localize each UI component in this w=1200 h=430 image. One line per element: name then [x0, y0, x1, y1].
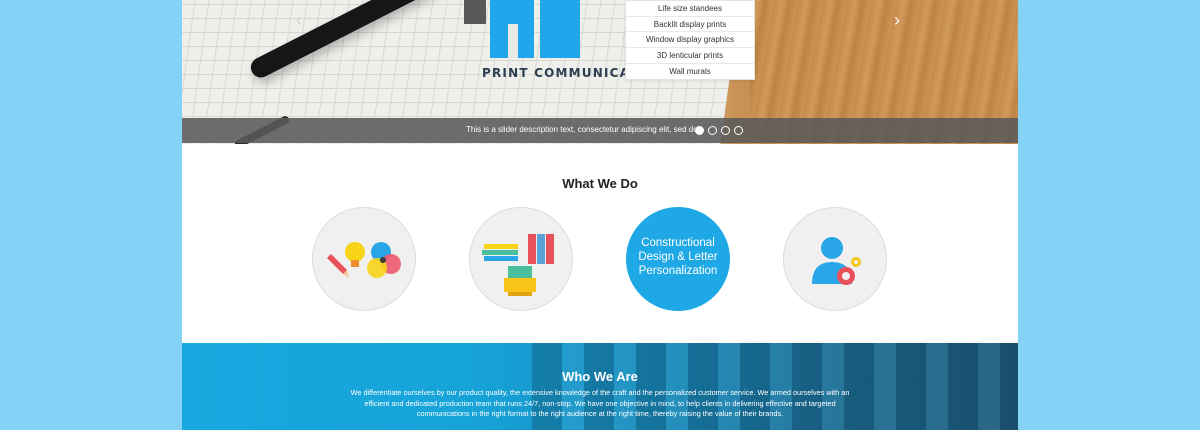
- service-print-circle[interactable]: [469, 207, 573, 311]
- service-label-line: Design & Letter: [638, 251, 718, 263]
- who-we-are-text: We differentiate ourselves by our produc…: [350, 388, 850, 418]
- slider-dot[interactable]: [734, 126, 743, 135]
- slider-caption-bar: This is a slider description text, conse…: [182, 118, 1018, 143]
- service-label: Constructional Design & Letter Personali…: [627, 236, 729, 278]
- service-constructional-circle[interactable]: Constructional Design & Letter Personali…: [626, 207, 730, 311]
- logo-mark-dark: [464, 0, 486, 24]
- hero-slider: PRINT COMMUNICATIONS PTE LTD ‹ › Life si…: [182, 0, 1018, 144]
- design-palette-icon: [327, 242, 401, 278]
- what-we-do-heading: What We Do: [562, 176, 638, 191]
- company-logo[interactable]: [464, 0, 624, 58]
- web-page: PRINT COMMUNICATIONS PTE LTD ‹ › Life si…: [182, 0, 1018, 430]
- dropdown-item[interactable]: Window display graphics: [626, 32, 754, 49]
- dropdown-item[interactable]: Wall murals: [626, 64, 754, 80]
- dropdown-item[interactable]: 3D lenticular prints: [626, 48, 754, 64]
- slider-dot[interactable]: [695, 126, 704, 135]
- services-dropdown-menu: Life size standees Backlit display print…: [625, 0, 755, 81]
- service-design-circle[interactable]: [312, 207, 416, 311]
- user-gear-icon: [812, 237, 861, 285]
- service-label-line: Personalization: [638, 265, 718, 277]
- chevron-left-icon[interactable]: ‹: [296, 10, 302, 31]
- who-we-are-heading: Who We Are: [562, 369, 638, 384]
- slider-dot[interactable]: [721, 126, 730, 135]
- slider-pagination: [695, 126, 743, 135]
- chevron-right-icon[interactable]: ›: [894, 10, 900, 31]
- service-personalization-circle[interactable]: [783, 207, 887, 311]
- service-label-line: Constructional: [641, 237, 715, 249]
- dropdown-item[interactable]: Backlit display prints: [626, 17, 754, 33]
- logo-mark-blue-2: [540, 0, 580, 58]
- print-stack-icon: [482, 234, 554, 296]
- dropdown-item[interactable]: Life size standees: [626, 1, 754, 17]
- logo-mark-gap: [508, 24, 518, 58]
- slider-description: This is a slider description text, conse…: [466, 125, 698, 134]
- who-we-are-section: Who We Are We differentiate ourselves by…: [182, 343, 1018, 430]
- slider-dot[interactable]: [708, 126, 717, 135]
